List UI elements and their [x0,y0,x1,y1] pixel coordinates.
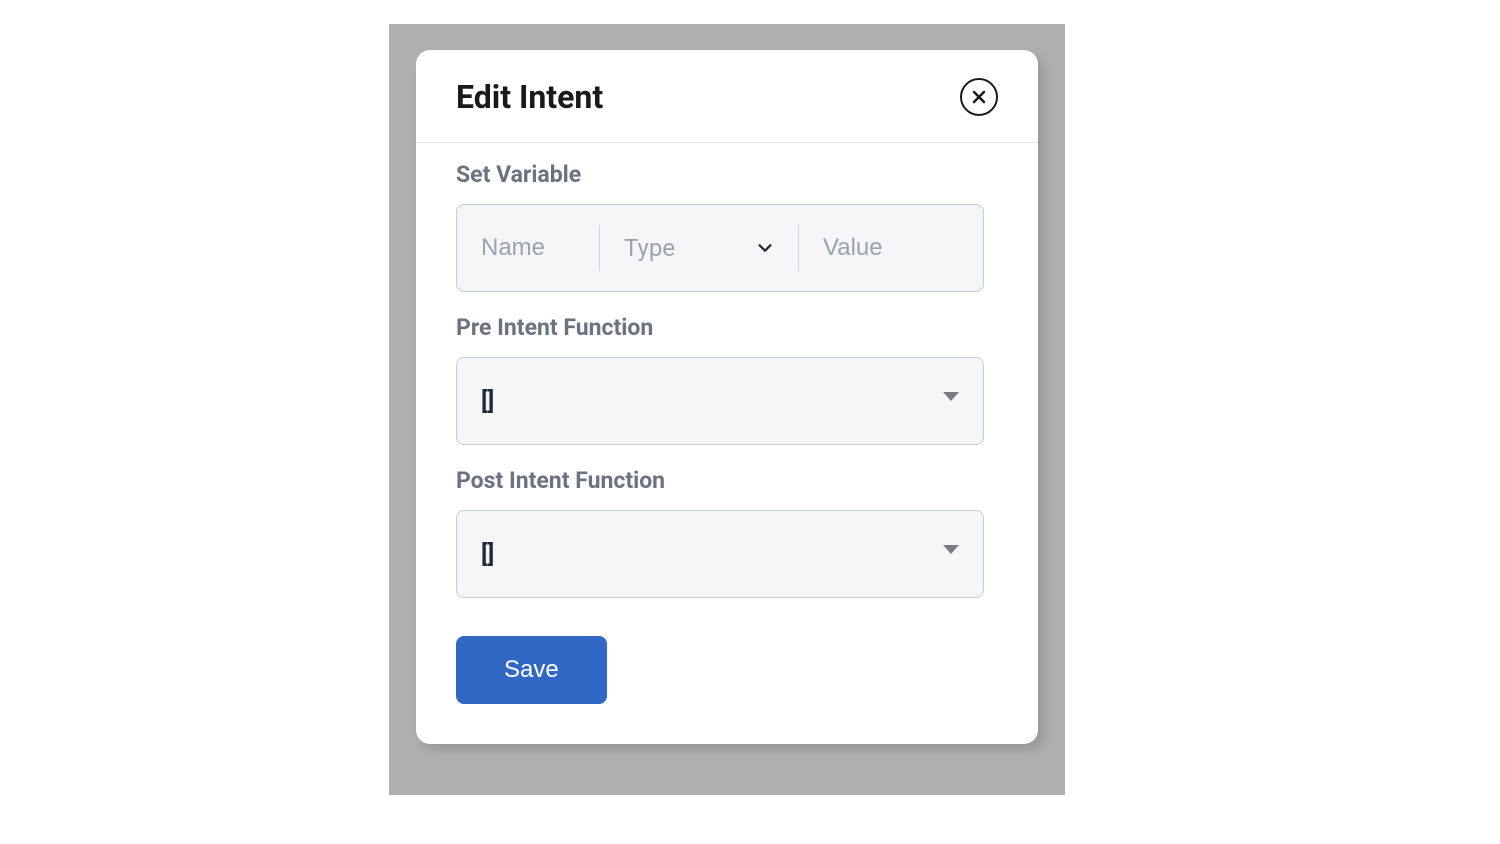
chevron-down-icon [756,239,774,257]
modal-header: Edit Intent [416,50,1038,143]
save-button[interactable]: Save [456,636,607,704]
variable-type-select[interactable]: Type [600,205,798,291]
pre-intent-value: [] [481,387,494,415]
variable-type-placeholder: Type [624,234,675,262]
set-variable-label: Set Variable [456,161,998,188]
variable-value-segment[interactable] [799,205,983,291]
pre-intent-dropdown[interactable]: [] [456,357,984,445]
set-variable-group: Type [456,204,984,292]
pre-intent-label: Pre Intent Function [456,314,998,341]
caret-down-icon [943,392,959,401]
variable-name-input[interactable] [481,234,575,262]
post-intent-label: Post Intent Function [456,467,998,494]
close-button[interactable] [960,78,998,116]
edit-intent-modal: Edit Intent Set Variable Type [416,50,1038,744]
variable-name-segment[interactable] [457,205,599,291]
modal-body: Set Variable Type Pre Intent Function []… [416,143,1038,744]
post-intent-dropdown[interactable]: [] [456,510,984,598]
variable-value-input[interactable] [823,234,959,262]
close-icon [971,89,987,105]
caret-down-icon [943,545,959,554]
modal-title: Edit Intent [456,78,603,116]
post-intent-value: [] [481,540,494,568]
